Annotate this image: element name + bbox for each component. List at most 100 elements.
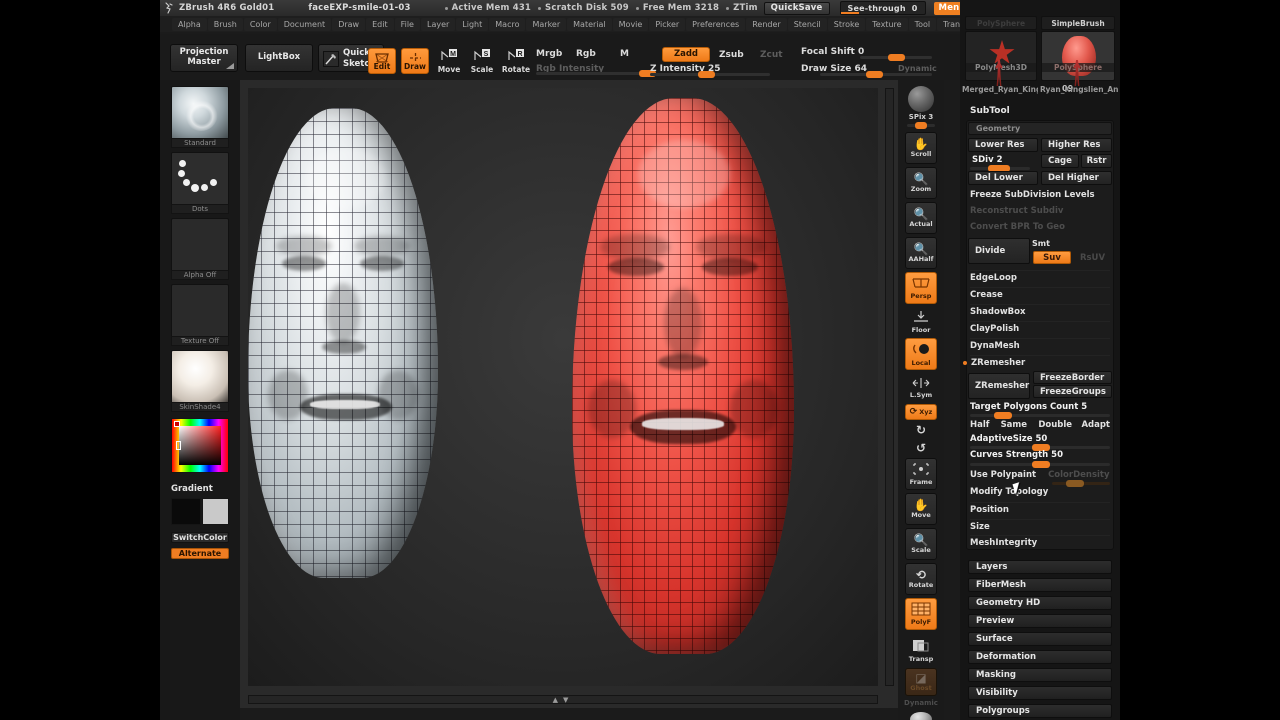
material-thumbnail[interactable]: [171, 350, 229, 404]
brush-thumbnail[interactable]: [171, 86, 229, 140]
lower-res-button[interactable]: Lower Res: [968, 138, 1038, 152]
color-density-label[interactable]: ColorDensity: [1048, 470, 1109, 480]
lightbox-button[interactable]: LightBox: [245, 44, 313, 72]
zadd-button[interactable]: Zadd: [662, 47, 710, 62]
modify-topology-row[interactable]: Modify Topology: [970, 485, 1110, 499]
m-button[interactable]: M: [620, 49, 629, 59]
menu-document[interactable]: Document: [277, 17, 332, 31]
zcut-button[interactable]: Zcut: [760, 50, 783, 60]
freeze-subdivision-row[interactable]: Freeze SubDivision Levels: [970, 188, 1110, 202]
menu-visibility[interactable]: Visibility: [968, 686, 1112, 700]
divide-button[interactable]: Divide: [968, 238, 1030, 264]
sdiv-slider[interactable]: [970, 165, 1030, 172]
cage-button[interactable]: Cage: [1041, 154, 1079, 168]
rgb-button[interactable]: Rgb: [576, 49, 596, 59]
menu-preferences[interactable]: Preferences: [686, 17, 746, 31]
reconstruct-subdiv-row[interactable]: Reconstruct Subdiv: [970, 204, 1110, 218]
menu-stencil[interactable]: Stencil: [787, 17, 827, 31]
shadowbox-row[interactable]: ShadowBox: [970, 304, 1110, 318]
target-polygons-slider[interactable]: [970, 412, 1110, 419]
xyz-button[interactable]: ⟳ Xyz: [905, 404, 937, 420]
dynamic-toggle[interactable]: Dynamic: [898, 64, 937, 73]
alpha-thumbnail[interactable]: [171, 218, 229, 272]
same-button[interactable]: Same: [1001, 420, 1039, 430]
color-field[interactable]: [179, 426, 221, 465]
adaptive-size-slider[interactable]: [970, 444, 1110, 451]
secondary-color-swatch[interactable]: [202, 498, 229, 525]
rotate-z-button[interactable]: ↺: [905, 440, 937, 456]
spix-slider[interactable]: [907, 122, 935, 129]
polysphere-tab[interactable]: PolySphere: [965, 16, 1037, 30]
quicksave-button[interactable]: QuickSave: [763, 1, 830, 15]
solo-button[interactable]: Solo: [905, 710, 937, 720]
dynamesh-row[interactable]: DynaMesh: [970, 338, 1110, 352]
projection-master-button[interactable]: Projection Master: [170, 44, 238, 72]
color-picker[interactable]: [171, 418, 229, 473]
persp-button[interactable]: Persp: [905, 272, 937, 304]
zsub-button[interactable]: Zsub: [719, 50, 744, 60]
subtool-title[interactable]: SubTool: [970, 106, 1010, 116]
menu-macro[interactable]: Macro: [489, 17, 526, 31]
simplebrush-tab[interactable]: SimpleBrush: [1041, 16, 1115, 30]
menu-color[interactable]: Color: [243, 17, 277, 31]
mrgb-button[interactable]: Mrgb: [536, 49, 562, 59]
model-head-red[interactable]: [572, 98, 794, 654]
adapt-button[interactable]: Adapt: [1081, 420, 1110, 430]
del-lower-button[interactable]: Del Lower: [968, 171, 1038, 185]
double-button[interactable]: Double: [1038, 420, 1081, 430]
menu-file[interactable]: File: [394, 17, 420, 31]
stroke-thumbnail[interactable]: [171, 152, 229, 206]
zremesher-button[interactable]: ZRemesher: [968, 373, 1030, 399]
rstr-button[interactable]: Rstr: [1081, 154, 1112, 168]
rotate-gizmo-button[interactable]: ⟲ Rotate: [905, 563, 937, 595]
menu-render[interactable]: Render: [746, 17, 787, 31]
higher-res-button[interactable]: Higher Res: [1041, 138, 1112, 152]
see-through-slider[interactable]: See-through 0: [839, 1, 926, 15]
primary-color-swatch[interactable]: [171, 498, 201, 525]
menu-fibermesh[interactable]: FiberMesh: [968, 578, 1112, 592]
switch-color-button[interactable]: SwitchColor: [171, 532, 229, 543]
z-intensity-slider[interactable]: [650, 71, 770, 78]
rotate-y-button[interactable]: ↻: [905, 422, 937, 438]
bpr-button[interactable]: [905, 84, 937, 114]
scroll-arrows-icon[interactable]: ▲▼: [553, 696, 574, 704]
zoom-button[interactable]: 🔍 Zoom: [905, 167, 937, 199]
focal-shift-slider[interactable]: [860, 54, 932, 61]
menu-polygroups[interactable]: Polygroups: [968, 704, 1112, 718]
size-row[interactable]: Size: [970, 519, 1110, 533]
aahalf-button[interactable]: 🔍 AAHalf: [905, 237, 937, 269]
half-button[interactable]: Half: [970, 420, 1001, 430]
canvas-horizontal-scrollbar[interactable]: ▲▼: [248, 695, 878, 704]
menu-masking[interactable]: Masking: [968, 668, 1112, 682]
rotate-button[interactable]: R Rotate: [502, 48, 530, 74]
gradient-label[interactable]: Gradient: [171, 484, 229, 494]
claypolish-row[interactable]: ClayPolish: [970, 321, 1110, 335]
rgb-intensity-slider[interactable]: [536, 70, 656, 77]
crease-row[interactable]: Crease: [970, 287, 1110, 301]
canvas-vertical-scrollbar[interactable]: [885, 88, 894, 686]
menu-stroke[interactable]: Stroke: [827, 17, 866, 31]
del-higher-button[interactable]: Del Higher: [1041, 171, 1112, 185]
edgeloop-row[interactable]: EdgeLoop: [970, 270, 1110, 284]
menu-light[interactable]: Light: [456, 17, 489, 31]
ghost-button[interactable]: ◪ Ghost: [905, 668, 937, 696]
edit-button[interactable]: Edit: [368, 48, 396, 74]
scale-button[interactable]: S Scale: [469, 48, 495, 74]
draw-size-slider[interactable]: [820, 71, 932, 78]
menu-geometry-hd[interactable]: Geometry HD: [968, 596, 1112, 610]
document-canvas[interactable]: ▲▼: [240, 80, 898, 708]
model-head-grey[interactable]: [248, 108, 438, 578]
menu-layer[interactable]: Layer: [420, 17, 456, 31]
actual-button[interactable]: 🔍 Actual: [905, 202, 937, 234]
rsuv-toggle[interactable]: RsUV: [1073, 251, 1112, 264]
menu-alpha[interactable]: Alpha: [172, 17, 207, 31]
smt-toggle[interactable]: Smt: [1032, 236, 1112, 250]
menu-draw[interactable]: Draw: [332, 17, 366, 31]
menu-preview[interactable]: Preview: [968, 614, 1112, 628]
mesh-integrity-row[interactable]: MeshIntegrity: [970, 535, 1110, 549]
menu-marker[interactable]: Marker: [526, 17, 567, 31]
menu-picker[interactable]: Picker: [649, 17, 686, 31]
geometry-header[interactable]: Geometry: [968, 122, 1112, 135]
zremesher-row[interactable]: ZRemesher: [963, 355, 1110, 369]
local-button[interactable]: Local: [905, 338, 937, 370]
